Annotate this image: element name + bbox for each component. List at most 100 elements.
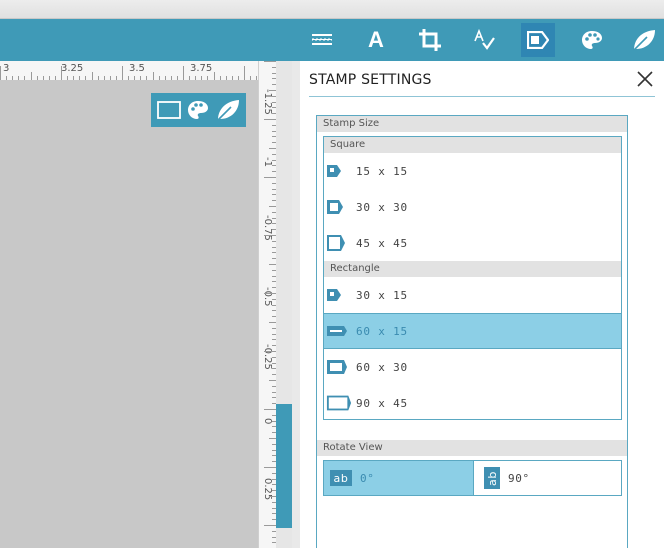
panel-divider bbox=[292, 61, 300, 548]
ruler-tick bbox=[152, 72, 154, 80]
stamp-large-square-icon bbox=[324, 234, 352, 252]
stamp-small-icon bbox=[324, 164, 352, 178]
ruler-tick bbox=[54, 76, 56, 80]
ruler-tick bbox=[115, 76, 117, 80]
ruler-tick bbox=[269, 206, 276, 207]
vertical-ruler: -1.25 -1 -0.75 -0.5 -0.25 0 0.25 bbox=[258, 61, 276, 548]
ruler-tick bbox=[264, 177, 276, 178]
rotate-option-90[interactable]: ab 90° bbox=[473, 461, 621, 495]
ruler-tick bbox=[207, 76, 209, 80]
stamp-icon[interactable] bbox=[521, 23, 555, 57]
size-option-15x15[interactable]: 15 x 15 bbox=[324, 153, 621, 189]
size-option-30x15[interactable]: 30 x 15 bbox=[324, 277, 621, 313]
ruler-tick bbox=[269, 496, 276, 497]
stamp-square-icon bbox=[324, 199, 352, 215]
rectangle-header: Rectangle bbox=[324, 261, 621, 277]
ruler-tick bbox=[219, 76, 221, 80]
stamp-rect-large-icon bbox=[324, 394, 352, 412]
ruler-tick bbox=[24, 76, 26, 80]
ruler-tick bbox=[264, 409, 276, 410]
window-chrome bbox=[0, 0, 664, 19]
square-header: Square bbox=[324, 137, 621, 153]
ruler-tick bbox=[42, 76, 44, 80]
text-orientation-rotated-icon: ab bbox=[484, 467, 500, 489]
size-option-30x30[interactable]: 30 x 30 bbox=[324, 189, 621, 225]
close-icon[interactable] bbox=[636, 70, 654, 88]
stamp-rect-wide-icon bbox=[324, 325, 352, 337]
ruler-tick bbox=[264, 467, 276, 468]
ruler-tick bbox=[264, 119, 276, 120]
ruler-label: 3.25 bbox=[61, 63, 84, 74]
ruler-tick bbox=[12, 76, 14, 80]
ruler-tick bbox=[164, 76, 166, 80]
size-option-45x45[interactable]: 45 x 45 bbox=[324, 225, 621, 261]
ruler-tick bbox=[61, 66, 62, 80]
ruler-tick bbox=[158, 76, 160, 80]
settings-box: Stamp Size Square 15 x 15 30 x 30 45 x 4… bbox=[316, 115, 628, 548]
design-canvas[interactable] bbox=[0, 61, 258, 548]
stamp-rect-small-icon bbox=[324, 288, 352, 302]
stamp-size-header: Stamp Size bbox=[317, 116, 627, 132]
ruler-tick bbox=[264, 61, 276, 62]
rotate-option-0[interactable]: ab 0° bbox=[324, 461, 473, 495]
palette-icon[interactable] bbox=[184, 96, 212, 124]
ruler-tick bbox=[6, 76, 8, 80]
ruler-tick bbox=[269, 264, 276, 265]
ruler-tick bbox=[170, 76, 172, 80]
horizontal-ruler: 3 3.25 3.5 3.75 bbox=[0, 61, 258, 81]
ruler-tick bbox=[97, 76, 99, 80]
ruler-tick bbox=[269, 380, 276, 381]
ruler-tick bbox=[195, 76, 197, 80]
size-option-60x15[interactable]: 60 x 15 bbox=[324, 313, 621, 349]
ruler-tick bbox=[30, 72, 32, 80]
ruler-tick bbox=[189, 76, 191, 80]
ruler-tick bbox=[134, 76, 136, 80]
ruler-tick bbox=[146, 76, 148, 80]
ruler-tick bbox=[73, 76, 75, 80]
spell-icon[interactable] bbox=[467, 23, 501, 57]
ruler-tick bbox=[250, 76, 252, 80]
ruler-label: -0.75 bbox=[262, 215, 273, 241]
leaf-icon[interactable] bbox=[214, 96, 242, 124]
ruler-tick bbox=[79, 76, 81, 80]
lines-icon[interactable] bbox=[305, 23, 339, 57]
ruler-tick bbox=[225, 76, 227, 80]
crop-icon[interactable] bbox=[413, 23, 447, 57]
ruler-tick bbox=[264, 525, 276, 526]
ruler-tick bbox=[269, 322, 276, 323]
stamp-settings-panel: STAMP SETTINGS Stamp Size Square 15 x 15… bbox=[300, 61, 664, 548]
panel-title: STAMP SETTINGS bbox=[309, 72, 432, 88]
ruler-tick bbox=[269, 438, 276, 439]
ruler-label: 3.75 bbox=[190, 63, 213, 74]
ruler-tick bbox=[128, 76, 130, 80]
rotate-view-header: Rotate View bbox=[317, 440, 627, 456]
ruler-tick bbox=[18, 76, 20, 80]
rectangle-icon[interactable] bbox=[155, 96, 183, 124]
text-icon[interactable]: A bbox=[359, 23, 393, 57]
ruler-label: 3 bbox=[3, 63, 10, 74]
ruler-tick bbox=[269, 90, 276, 91]
quick-tools bbox=[151, 93, 246, 127]
ruler-tick bbox=[36, 76, 38, 80]
title-divider bbox=[309, 96, 655, 97]
ruler-tick bbox=[85, 76, 87, 80]
size-option-90x45[interactable]: 90 x 45 bbox=[324, 385, 621, 421]
ruler-tick bbox=[237, 76, 239, 80]
ruler-tick bbox=[264, 235, 276, 236]
palette-icon[interactable] bbox=[575, 23, 609, 57]
stamp-size-list: Square 15 x 15 30 x 30 45 x 45 Rectangle… bbox=[323, 136, 622, 420]
ruler-tick bbox=[103, 76, 105, 80]
ruler-label: -0.5 bbox=[262, 287, 273, 307]
rotate-view-options: ab 0° ab 90° bbox=[323, 460, 622, 496]
leaf-icon[interactable] bbox=[627, 23, 661, 57]
ruler-tick bbox=[269, 148, 276, 149]
ruler-tick bbox=[264, 293, 276, 294]
ruler-tick bbox=[122, 66, 123, 80]
ruler-tick bbox=[140, 76, 142, 80]
scrollbar-thumb[interactable] bbox=[276, 404, 292, 528]
ruler-tick bbox=[91, 72, 93, 80]
size-option-60x30[interactable]: 60 x 30 bbox=[324, 349, 621, 385]
ruler-tick bbox=[48, 76, 50, 80]
ruler-tick bbox=[183, 66, 184, 80]
ruler-tick bbox=[0, 66, 1, 80]
